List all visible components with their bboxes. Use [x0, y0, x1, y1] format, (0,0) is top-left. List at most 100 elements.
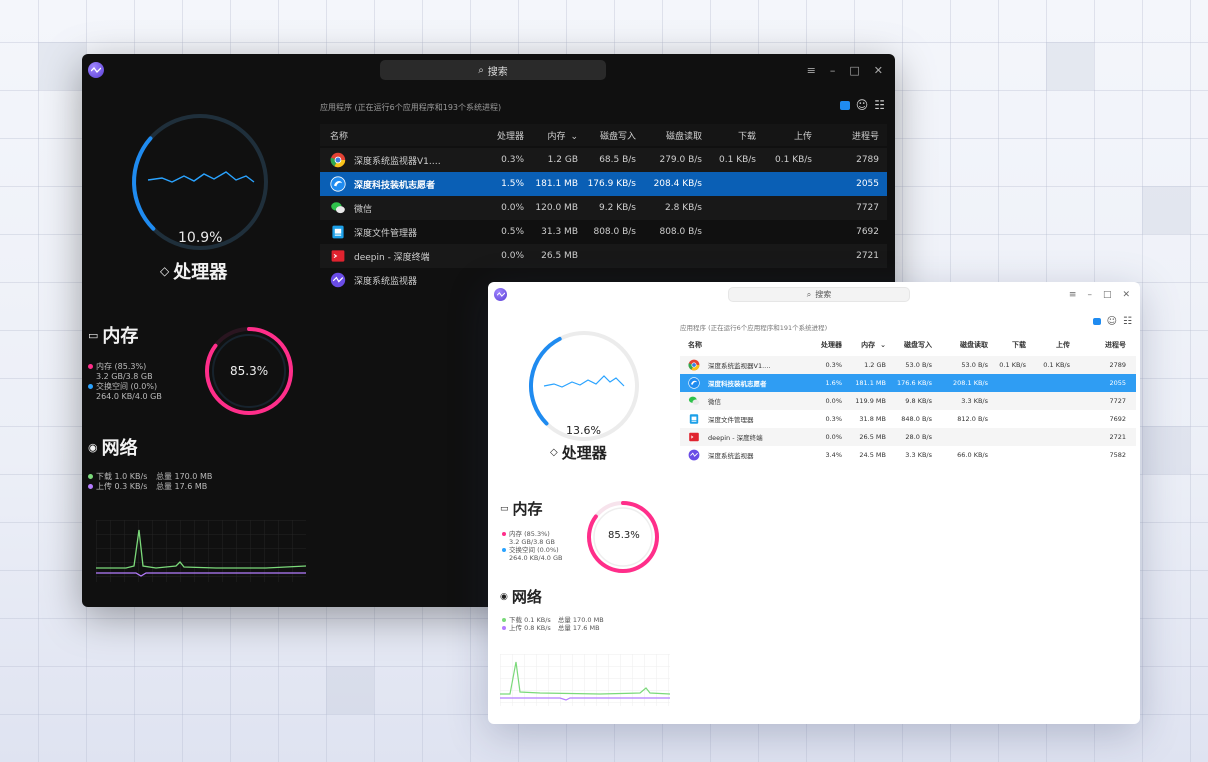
memory-usage-value: 3.2 GB/3.8 GB	[96, 372, 153, 381]
process-caption: 应用程序 (正在运行6个应用程序和191个系统进程)	[680, 324, 828, 332]
process-mem-cell: 181.1 MB	[855, 379, 886, 387]
upload-dot	[88, 484, 93, 489]
chrome-icon	[330, 152, 346, 168]
memory-percent: 85.3%	[608, 530, 640, 541]
column-header[interactable]: 名称	[320, 129, 470, 142]
maximize-icon[interactable]: □	[1103, 290, 1112, 300]
process-mem-cell: 31.8 MB	[859, 415, 886, 423]
process-name-cell: deepin - 深度终端	[320, 248, 470, 264]
process-name-cell: 深度文件管理器	[320, 224, 470, 240]
table-row[interactable]: 深度系统监视器V1.… 0.3% 1.2 GB 53.0 B/s 53.0 B/s 0.1…	[680, 356, 1136, 374]
process-dr-cell: 812.0 B/s	[957, 415, 988, 423]
memory-legend: 内存 (85.3%) 3.2 GB/3.8 GB 交换空间 (0.0%) 264…	[88, 362, 162, 402]
process-cpu-cell: 0.0%	[501, 203, 524, 213]
table-row[interactable]: 深度文件管理器 0.5% 31.3 MB 808.0 B/s 808.0 B/s 7692	[320, 220, 887, 244]
process-mem-cell: 181.1 MB	[535, 179, 578, 189]
search-input[interactable]: ⌕ 搜索	[728, 287, 910, 302]
table-row[interactable]: 微信 0.0% 120.0 MB 9.2 KB/s 2.8 KB/s 7727	[320, 196, 887, 220]
table-row[interactable]: 微信 0.0% 119.9 MB 9.8 KB/s 3.3 KB/s 7727	[680, 392, 1136, 410]
system-monitor-icon	[688, 449, 700, 461]
close-icon[interactable]: ✕	[1122, 290, 1130, 300]
column-header[interactable]: 内存 ⌄	[842, 340, 886, 350]
background-tile	[1142, 426, 1190, 474]
memory-dot	[88, 364, 93, 369]
app-view-icon[interactable]	[839, 100, 850, 110]
download-rate: 下载 0.1 KB/s	[509, 616, 551, 624]
network-icon: ◉	[500, 591, 508, 602]
process-name: 深度科技装机志愿者	[354, 180, 436, 191]
table-row[interactable]: deepin - 深度终端 0.0% 26.5 MB 2721	[320, 244, 887, 268]
minimize-icon[interactable]: –	[830, 64, 836, 77]
memory-usage-value: 3.2 GB/3.8 GB	[509, 538, 555, 547]
process-down-cell: 0.1 KB/s	[719, 155, 756, 165]
search-placeholder: 搜索	[487, 66, 508, 78]
process-name-cell: 深度科技装机志愿者	[680, 377, 804, 389]
column-header[interactable]: 上传	[1026, 340, 1070, 350]
search-placeholder: 搜索	[815, 290, 832, 299]
column-header[interactable]: 磁盘写入	[886, 340, 932, 350]
table-row[interactable]: 深度科技装机志愿者 1.6% 181.1 MB 176.6 KB/s 208.1 KB/…	[680, 374, 1136, 392]
process-name: deepin - 深度终端	[354, 252, 430, 263]
download-rate: 下载 1.0 KB/s	[96, 472, 148, 481]
user-icon[interactable]: ☺	[1107, 316, 1117, 327]
column-header[interactable]: 下载	[702, 129, 756, 142]
background-tile	[38, 42, 86, 90]
process-dr-cell: 3.3 KB/s	[961, 397, 988, 405]
service-icon[interactable]: ☷	[874, 98, 885, 112]
memory-label: 内存	[512, 500, 543, 518]
minimize-icon[interactable]: –	[1087, 290, 1092, 300]
column-header[interactable]: 磁盘写入	[578, 129, 636, 142]
process-cpu-cell: 0.0%	[501, 251, 524, 261]
process-name-cell: 微信	[320, 200, 470, 216]
table-row[interactable]: 深度文件管理器 0.3% 31.8 MB 848.0 B/s 812.0 B/s 7692	[680, 410, 1136, 428]
column-header[interactable]: 内存 ⌄	[524, 129, 578, 142]
process-dw-cell: 808.0 B/s	[593, 227, 636, 237]
wechat-icon	[330, 200, 346, 216]
table-row[interactable]: deepin - 深度终端 0.0% 26.5 MB 28.0 B/s 2721	[680, 428, 1136, 446]
column-header[interactable]: 进程号	[812, 129, 879, 142]
user-icon[interactable]: ☺	[856, 98, 869, 112]
download-dot	[88, 474, 93, 479]
column-header[interactable]: 名称	[680, 340, 804, 350]
process-cpu-cell: 0.3%	[501, 155, 524, 165]
background-tile	[326, 666, 374, 714]
process-name-cell: 深度系统监视器V1.…	[320, 152, 470, 168]
process-name: 深度系统监视器	[354, 276, 418, 287]
upload-total: 总量 17.6 MB	[155, 482, 208, 491]
cpu-label: 处理器	[561, 444, 607, 462]
table-row[interactable]: 深度系统监视器 3.4% 24.5 MB 3.3 KB/s 66.0 KB/s 7582	[680, 446, 1136, 464]
chevron-down-icon[interactable]: ⌄	[570, 132, 578, 142]
left-panel: 10.9% ◇ 处理器 ▭ 内存 内存 (85.3%) 3.2 GB/3.8 G…	[82, 54, 318, 607]
search-icon: ⌕	[478, 64, 484, 76]
process-cpu-cell: 0.5%	[501, 227, 524, 237]
column-header[interactable]: 处理器	[804, 340, 842, 350]
menu-icon[interactable]: ≡	[807, 64, 816, 77]
column-header[interactable]: 处理器	[470, 129, 524, 142]
app-view-icon[interactable]	[1092, 318, 1101, 325]
search-input[interactable]: ⌕ 搜索	[380, 60, 606, 80]
process-pid-cell: 7692	[1109, 415, 1126, 423]
file-manager-icon	[688, 413, 700, 425]
memory-icon: ▭	[500, 503, 509, 514]
process-dw-cell: 3.3 KB/s	[905, 451, 932, 459]
process-cpu-cell: 0.3%	[825, 361, 842, 369]
process-mem-cell: 24.5 MB	[859, 451, 886, 459]
close-icon[interactable]: ✕	[874, 64, 883, 77]
service-icon[interactable]: ☷	[1123, 316, 1132, 327]
maximize-icon[interactable]: □	[849, 64, 859, 77]
cpu-sparkline	[543, 375, 625, 388]
column-header[interactable]: 进程号	[1070, 340, 1126, 350]
table-row[interactable]: 深度科技装机志愿者 1.5% 181.1 MB 176.9 KB/s 208.4 KB/…	[320, 172, 887, 196]
process-name: 微信	[708, 398, 721, 406]
upload-total: 总量 17.6 MB	[557, 624, 600, 633]
column-header[interactable]: 磁盘读取	[932, 340, 988, 350]
cpu-percent: 13.6%	[566, 424, 601, 437]
column-header[interactable]: 磁盘读取	[636, 129, 702, 142]
column-header[interactable]: 下载	[988, 340, 1026, 350]
column-header[interactable]: 上传	[756, 129, 812, 142]
process-name: 深度系统监视器	[708, 452, 754, 460]
process-name: 微信	[354, 204, 373, 215]
memory-dot	[502, 532, 506, 536]
table-row[interactable]: 深度系统监视器V1.… 0.3% 1.2 GB 68.5 B/s 279.0 B/s 0.…	[320, 148, 887, 172]
menu-icon[interactable]: ≡	[1069, 290, 1077, 300]
